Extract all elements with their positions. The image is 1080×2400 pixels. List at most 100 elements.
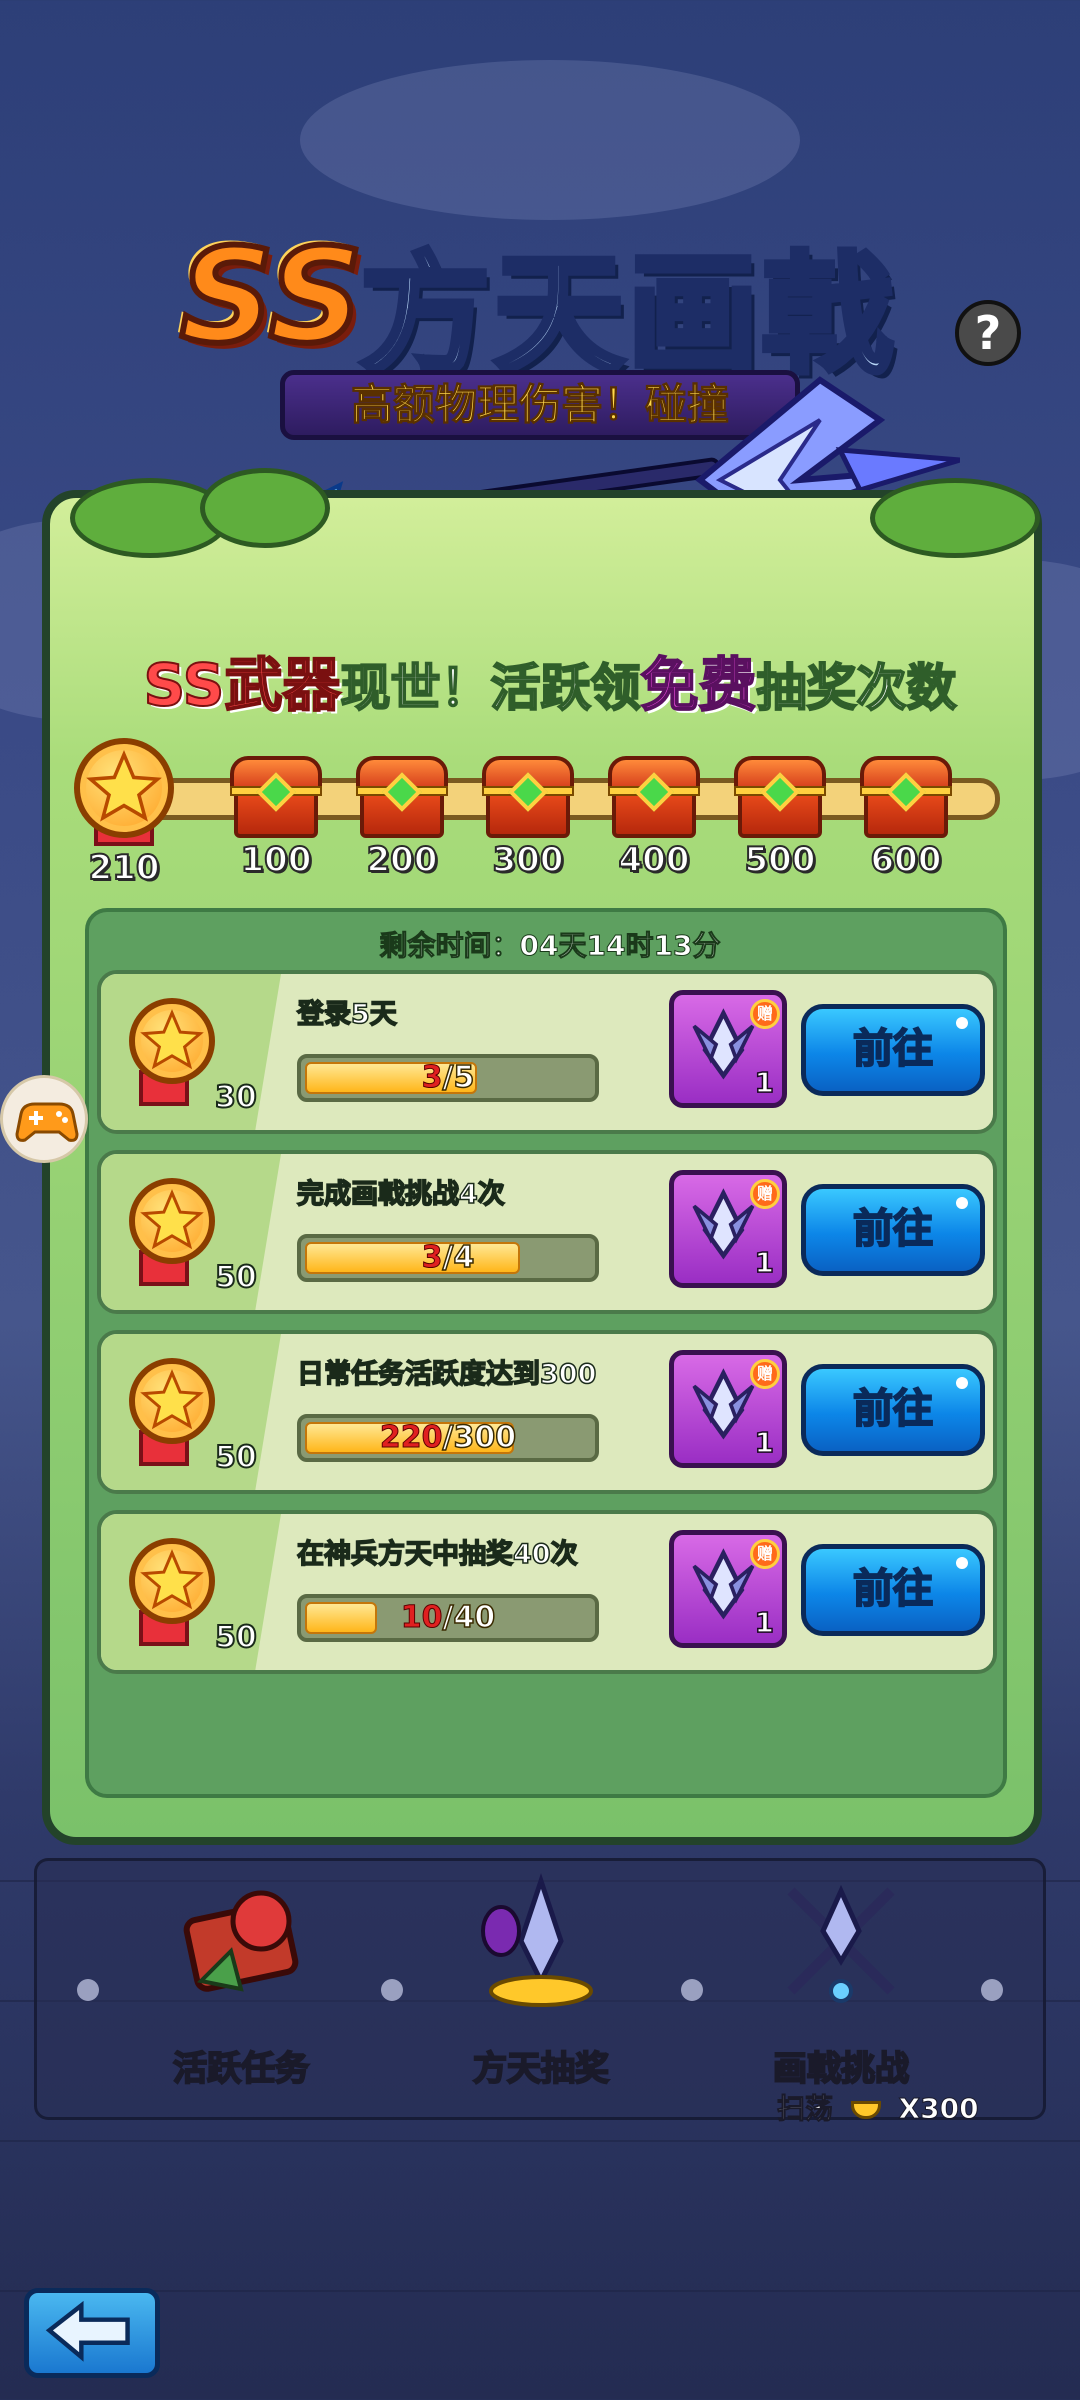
task-star-medal [129,1178,215,1264]
task-title: 登录5天 [296,998,397,1031]
divider-dot [681,1979,703,2001]
reward-count: 1 [754,1065,775,1100]
chest-icon[interactable] [734,756,826,840]
task-progress-bar: 220/300 [297,1414,599,1462]
task-progress-current: 3 [421,1060,443,1096]
task-progress-target: /5 [442,1059,475,1096]
task-title: 日常任务活跃度达到300 [296,1358,597,1391]
milestone-label: 500 [744,839,817,881]
chest-icon[interactable] [356,756,448,840]
divider-dot [981,1979,1003,2001]
gift-badge: 赠 [750,1359,780,1389]
task-progress-text: 3/4 [301,1238,595,1278]
task-progress-bar: 10/40 [297,1594,599,1642]
chest-icon[interactable] [482,756,574,840]
go-button[interactable]: 前往 [801,1544,985,1636]
task-progress-target: /4 [442,1239,475,1276]
gift-badge: 赠 [750,999,780,1029]
activity-star-medal [74,738,174,838]
task-progress-text: 220/300 [301,1418,595,1458]
task-star-medal [129,1358,215,1444]
bottom-tab-bar: 活跃任务 方天抽奖 画戟挑战 扫荡 X300 [34,1858,1046,2126]
floating-gamepad-button[interactable] [0,1075,88,1163]
task-progress-current: 3 [421,1240,443,1276]
sweep-label: 扫荡 [776,2092,834,2126]
task-row: 50 日常任务活跃度达到300 220/300 赠 1 前往 [97,1330,997,1494]
milestone-label: 200 [366,839,439,881]
tab-halberd-draw[interactable]: 方天抽奖 [421,1871,661,2111]
headline-free: 免费 [639,650,757,720]
reward-count: 1 [754,1245,775,1280]
task-star-medal [129,1538,215,1624]
tab-label: 方天抽奖 [472,2048,610,2090]
task-progress-current: 220 [379,1420,443,1456]
tab-label: 画戟挑战 [772,2048,910,2090]
task-points: 50 [214,1619,258,1656]
remaining-time: 剩余时间：04天14时13分 [379,929,721,963]
gamepad-icon [15,1102,79,1142]
task-progress-text: 3/5 [301,1058,595,1098]
task-row: 50 在神兵方天中抽奖40次 10/40 赠 1 前往 [97,1510,997,1674]
current-activity-points: 210 [88,847,161,889]
rose-scroll-icon [183,1890,299,1992]
go-button-label: 前往 [852,1385,934,1433]
go-button[interactable]: 前往 [801,1364,985,1456]
reward-item[interactable]: 赠 1 [669,1350,787,1468]
go-button-label: 前往 [852,1025,934,1073]
divider-dot [381,1979,403,2001]
gold-ingot-icon [850,2101,881,2119]
gift-badge: 赠 [750,1179,780,1209]
halberd-treasure-icon [481,1873,593,2007]
reward-count: 1 [754,1605,775,1640]
chest-icon[interactable] [860,756,952,840]
star-icon [86,750,162,822]
go-button[interactable]: 前往 [801,1004,985,1096]
gift-badge: 赠 [750,1539,780,1569]
go-button-label: 前往 [852,1565,934,1613]
task-points: 50 [214,1439,258,1476]
go-button-label: 前往 [852,1205,934,1253]
help-button[interactable]: ? [955,300,1021,366]
star-icon [140,1369,204,1430]
headline: SS武器现世！活跃领免费抽奖次数 [50,638,1050,722]
activity-panel: SS武器现世！活跃领免费抽奖次数 210 100 200 300 400 500… [42,468,1042,1845]
task-list[interactable]: 剩余时间：04天14时13分 30 登录5天 3/5 赠 1 前往 50 完成画… [85,908,1007,1798]
crossed-halberd-icon [787,1884,895,2003]
headline-draws: 抽奖次数 [755,658,957,718]
go-button[interactable]: 前往 [801,1184,985,1276]
task-points: 50 [214,1259,258,1296]
milestone-label: 600 [870,839,943,881]
task-progress-text: 10/40 [301,1598,595,1638]
milestone-label: 100 [240,839,313,881]
sweep-cost-value: X300 [898,2092,979,2126]
milestone-label: 300 [492,839,565,881]
chest-icon[interactable] [230,756,322,840]
star-icon [140,1189,204,1250]
milestone-label: 400 [618,839,691,881]
task-title: 在神兵方天中抽奖40次 [296,1538,578,1571]
sweep-cost: 扫荡 X300 [776,2087,979,2127]
task-row: 30 登录5天 3/5 赠 1 前往 [97,970,997,1134]
headline-appear: 现世！活跃领 [339,658,641,718]
reward-item[interactable]: 赠 1 [669,990,787,1108]
task-row: 50 完成画戟挑战4次 3/4 赠 1 前往 [97,1150,997,1314]
task-title: 完成画戟挑战4次 [296,1178,505,1211]
bush-decoration [870,478,1040,558]
task-progress-bar: 3/5 [297,1054,599,1102]
task-points: 30 [214,1079,258,1116]
tab-label: 活跃任务 [172,2048,310,2090]
divider-dot [77,1979,99,2001]
task-progress-target: /300 [442,1419,517,1456]
back-button[interactable] [24,2288,160,2378]
tab-active-tasks[interactable]: 活跃任务 [121,1871,361,2111]
reward-item[interactable]: 赠 1 [669,1530,787,1648]
task-progress-bar: 3/4 [297,1234,599,1282]
logo-ss-text: SS [177,217,366,375]
star-icon [140,1009,204,1070]
reward-item[interactable]: 赠 1 [669,1170,787,1288]
chest-icon[interactable] [608,756,700,840]
headline-ss-weapon: SS武器 [143,650,342,720]
star-icon [140,1549,204,1610]
bush-decoration [200,468,330,548]
tab-halberd-challenge[interactable]: 画戟挑战 [721,1871,961,2111]
